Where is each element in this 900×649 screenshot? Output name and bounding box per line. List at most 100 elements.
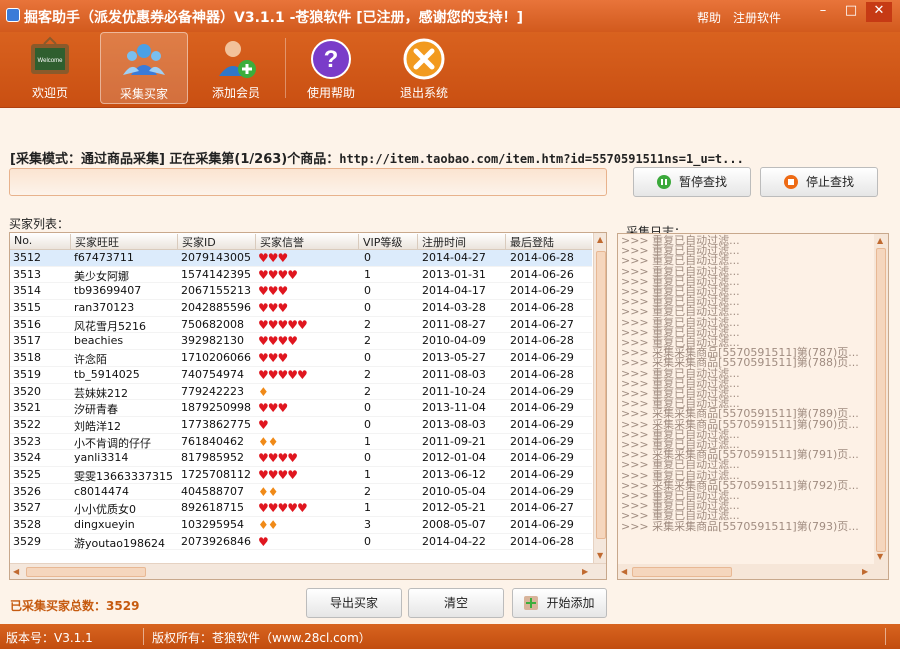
toolbar-collect-buyers-button[interactable]: 采集买家 [100,32,188,104]
start-add-button[interactable]: 开始添加 [512,588,607,618]
table-cell-name: f67473711 [74,251,134,264]
table-cell-no: 3514 [13,284,41,298]
table-cell-reg: 2013-01-31 [422,267,486,281]
table-row[interactable]: 3515 ran370123 2042885596 ♥♥♥ 0 2014-03-28 201… [10,300,592,317]
pause-search-button[interactable]: 暂停查找 [633,167,751,197]
toolbar-add-member-button[interactable]: 添加会员 [192,32,280,104]
log-horizontal-scrollbar[interactable]: ◀ ▶ [618,564,888,579]
table-cell-id: 761840462 [181,434,244,448]
clear-button[interactable]: 清空 [408,588,504,618]
scroll-right-icon[interactable]: ▶ [582,567,588,576]
table-cell-last: 2014-06-29 [510,417,574,431]
maximize-icon[interactable]: □ [838,2,864,22]
reputation-heart-icon: ♥♥♥ [258,401,288,416]
table-row[interactable]: 3523 小不肯调的仔仔 761840462 ♦♦ 1 2011-09-21 2014-06… [10,434,592,451]
table-cell-reg: 2014-03-28 [422,301,486,315]
table-cell-name: 美少女阿娜 [74,269,129,283]
table-cell-reg: 2008-05-07 [422,518,486,531]
total-collected: 已采集买家总数：3529 [10,597,139,614]
main-panel: [采集模式：通过商品采集] 正在采集第(1/263)个商品：http://ite… [0,107,900,624]
column-header[interactable]: 买家ID [177,234,255,250]
total-label: 已采集买家总数： [10,599,107,613]
table-row[interactable]: 3516 风花雪月5216 750682008 ♥♥♥♥♥ 2 2011-08-27 201… [10,317,592,334]
scroll-up-icon[interactable]: ▲ [597,235,603,244]
table-row[interactable]: 3528 dingxueyin 103295954 ♦♦ 3 2008-05-07 2014… [10,517,592,534]
table-cell-vip: 0 [364,451,371,465]
table-cell-vip: 0 [364,401,371,415]
scrollbar-thumb[interactable] [632,567,732,577]
reputation-heart-icon: ♥♥♥ [258,301,288,316]
toolbar-welcome-button[interactable]: Welcome 欢迎页 [6,32,94,104]
table-vertical-scrollbar[interactable]: ▲ ▼ [593,233,606,563]
scrollbar-thumb[interactable] [26,567,146,577]
table-cell-no: 3515 [13,301,41,315]
table-cell-reg: 2011-08-27 [422,317,486,331]
scroll-left-icon[interactable]: ◀ [621,567,627,576]
column-header[interactable]: 最后登陆 [505,234,592,250]
collect-log-panel[interactable]: >>> 重复已自动过滤... >>> 重复已自动过滤... >>> 重复已自动过滤.… [617,233,889,580]
table-row[interactable]: 3514 tb93699407 2067155213 ♥♥♥ 0 2014-04-17 20… [10,283,592,301]
table-cell-vip: 1 [364,501,371,515]
scroll-down-icon[interactable]: ▼ [597,551,603,560]
table-row[interactable]: 3512 f67473711 2079143005 ♥♥♥ 0 2014-04-27 201… [10,250,592,267]
table-row[interactable]: 3529 游youtao198624 2073926846 ♥ 0 2014-04-22 2… [10,534,592,551]
table-row[interactable]: 3527 小小优质女0 892618715 ♥♥♥♥♥ 1 2012-05-21 2014-… [10,500,592,517]
close-icon[interactable]: ✕ [866,2,892,22]
log-lines: >>> 重复已自动过滤... >>> 重复已自动过滤... >>> 重复已自动过滤.… [618,234,888,532]
status-bar: 版本号：V3.1.1 版权所有：苍狼软件（www.28cl.com） [0,624,900,649]
register-link[interactable]: 注册软件 [733,9,781,26]
status-divider [143,628,144,645]
column-header[interactable]: No. [10,234,70,250]
export-buyers-button[interactable]: 导出买家 [306,588,402,618]
toolbar-help-button[interactable]: ? 使用帮助 [287,32,375,104]
scroll-up-icon[interactable]: ▲ [877,236,883,245]
reputation-diamond-icon: ♦ [258,384,269,399]
scroll-right-icon[interactable]: ▶ [862,567,868,576]
column-header[interactable]: 买家旺旺 [70,234,177,250]
table-row[interactable]: 3518 许念陌 1710206066 ♥♥♥ 0 2013-05-27 2014-06-2… [10,350,592,367]
table-cell-id: 1574142395 [181,267,251,281]
table-cell-reg: 2014-04-27 [422,251,486,264]
table-row[interactable]: 3524 yanli3314 817985952 ♥♥♥♥ 0 2012-01-04 201… [10,450,592,467]
table-row[interactable]: 3521 汐研青春 1879250998 ♥♥♥ 0 2013-11-04 2014-06-… [10,400,592,417]
minimize-icon[interactable]: – [810,2,836,22]
column-header[interactable]: 买家信誉 [255,234,358,250]
log-vertical-scrollbar[interactable]: ▲ ▼ [874,234,888,564]
welcome-board-icon: Welcome [31,36,69,74]
buyer-table[interactable]: No. 买家旺旺 买家ID 买家信誉 VIP等级 注册时间 最后登陆 3512 f… [9,232,607,580]
collect-url: http://item.taobao.com/item.htm?id=55705… [339,152,744,166]
reputation-heart-icon: ♥♥♥ [258,351,288,366]
table-cell-reg: 2013-05-27 [422,351,486,365]
table-row[interactable]: 3520 芸妹妹212 779242223 ♦ 2 2011-10-24 2014-06-2… [10,384,592,401]
help-link[interactable]: 帮助 [697,9,721,26]
table-cell-name: dingxueyin [74,518,135,531]
table-cell-vip: 0 [364,417,371,431]
svg-text:Welcome: Welcome [38,58,64,64]
table-cell-id: 2073926846 [181,534,251,548]
table-row[interactable]: 3526 c8014474 404588707 ♦♦ 2 2010-05-04 2014-0… [10,484,592,501]
table-row[interactable]: 3517 beachies 392982130 ♥♥♥♥ 2 2010-04-09 2014… [10,333,592,351]
table-cell-vip: 0 [364,251,371,264]
column-header[interactable]: VIP等级 [358,234,417,250]
scrollbar-thumb[interactable] [596,251,606,539]
log-line: >>> 采集采集商品[5570591511]第(793)页... [621,519,859,533]
reputation-heart-icon: ♥♥♥♥♥ [258,317,308,332]
toolbar-exit-button[interactable]: 退出系统 [380,32,468,104]
table-cell-last: 2014-06-28 [510,301,574,315]
table-row[interactable]: 3519 tb_5914025 740754974 ♥♥♥♥♥ 2 2011-08-03 2… [10,367,592,384]
app-icon [6,8,20,22]
table-row[interactable]: 3513 美少女阿娜 1574142395 ♥♥♥♥ 1 2013-01-31 2014-0… [10,267,592,284]
scrollbar-thumb[interactable] [876,248,886,552]
stop-search-button[interactable]: 停止查找 [760,167,878,197]
collect-status-line: [采集模式：通过商品采集] 正在采集第(1/263)个商品：http://ite… [10,148,744,167]
table-cell-reg: 2010-04-09 [422,334,486,348]
table-cell-id: 103295954 [181,518,244,531]
column-header[interactable]: 注册时间 [417,234,505,250]
table-row[interactable]: 3525 雯雯13663337315 1725708112 ♥♥♥♥ 1 2013-06-… [10,467,592,484]
table-horizontal-scrollbar[interactable]: ◀ ▶ [10,563,606,579]
table-cell-no: 3527 [13,501,41,515]
table-cell-no: 3516 [13,317,41,331]
scroll-down-icon[interactable]: ▼ [877,552,883,561]
table-row[interactable]: 3522 刘皓洋12 1773862775 ♥ 0 2013-08-03 2014-06-2… [10,417,592,434]
scroll-left-icon[interactable]: ◀ [13,567,19,576]
